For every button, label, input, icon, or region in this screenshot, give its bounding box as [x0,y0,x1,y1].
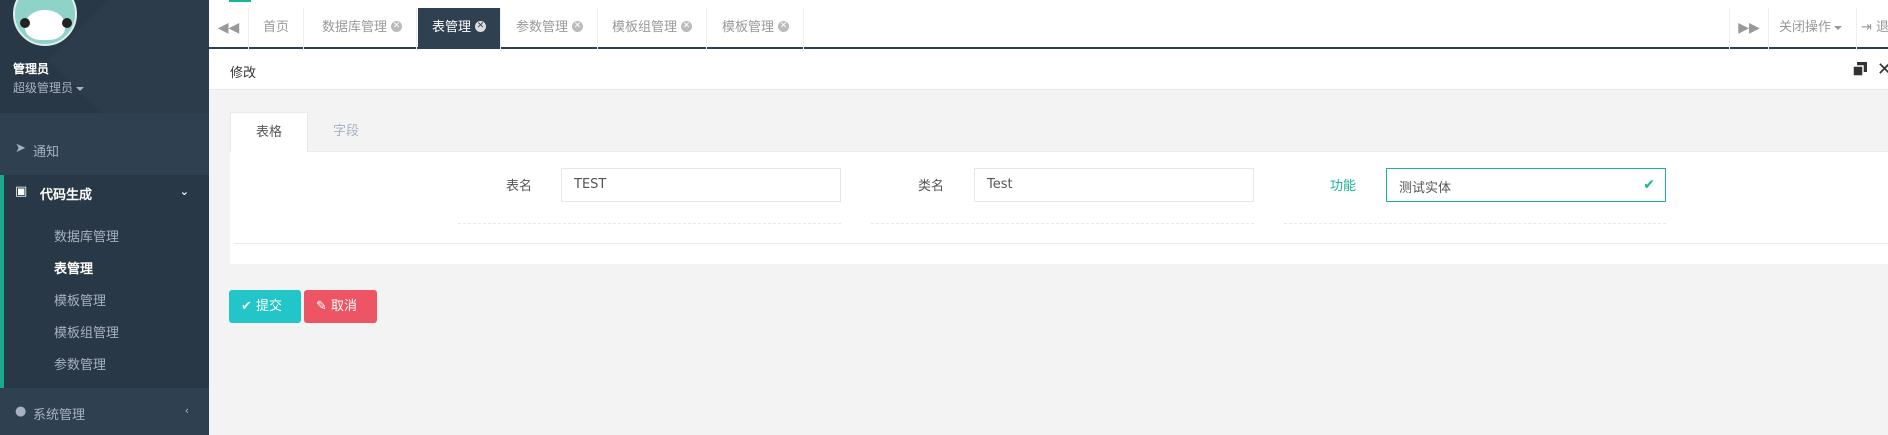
user-name: 管理员 [13,62,50,76]
sidebar-subitem-params[interactable]: 参数管理 [54,354,106,373]
function-input[interactable]: 测试实体 ✔ [1386,168,1666,202]
double-left-icon: ◀◀ [217,20,240,36]
close-tab-icon[interactable]: ✕ [572,21,584,32]
profile-header: 管理员 超级管理员 [0,0,209,113]
caret-down-icon [76,86,85,91]
user-icon: ● [15,404,27,419]
sign-out-icon: ⇥ [1861,20,1872,35]
sidebar-item-codegen[interactable]: ▣ 代码生成 ⌄ [0,184,209,204]
tab-params[interactable]: 参数管理 ✕ [502,8,599,49]
tab-fields[interactable]: 字段 [308,112,384,153]
scroll-right-button[interactable]: ▶▶ [1729,8,1769,49]
film-icon: ▣ [15,184,28,199]
tab-home[interactable]: 首页 [249,8,305,49]
close-tab-icon[interactable]: ✕ [778,21,790,32]
tab-tables[interactable]: 表管理 ✕ [418,8,502,49]
avatar[interactable] [13,0,77,46]
tab-templates[interactable]: 模板管理 ✕ [708,8,805,49]
tabs-bar: ◀◀ 首页 数据库管理 ✕ 表管理 ✕ 参数管理 ✕ 模板组管理 ✕ 模板管理 ✕ ▶▶ … [209,0,1888,49]
function-label: 功能 [1330,179,1357,194]
close-tab-icon[interactable]: ✕ [391,21,403,32]
divider [234,243,1888,244]
tab-template-groups[interactable]: 模板组管理 ✕ [598,8,708,49]
check-icon: ✔ [1643,177,1655,193]
main-content: 修改 ✕ 表格 字段 表名 TEST 类名 Test 功能 测试实体 ✔ ✔ 提交… [209,49,1888,435]
sidebar-item-notice[interactable]: ➤ 通知 [0,141,209,161]
class-name-input[interactable]: Test [974,168,1254,202]
class-name-label: 类名 [918,179,945,194]
paper-plane-icon: ➤ [15,141,26,156]
table-name-label: 表名 [506,179,533,194]
tab-database[interactable]: 数据库管理 ✕ [308,8,418,49]
panel-header: 修改 ✕ [209,49,1888,90]
user-role: 超级管理员 [13,81,74,95]
scroll-left-button[interactable]: ◀◀ [209,8,249,49]
form-tabs: 表格 字段 [230,112,1888,153]
caret-down-icon [1834,25,1843,30]
tab-table[interactable]: 表格 [230,112,309,153]
table-name-input[interactable]: TEST [561,168,841,202]
cancel-button[interactable]: ✎ 取消 [304,290,377,323]
sidebar-subitem-templates[interactable]: 模板管理 [54,290,106,309]
sidebar-subitem-database[interactable]: 数据库管理 [54,226,119,245]
close-operations-dropdown[interactable]: 关闭操作 [1769,8,1857,49]
sidebar-subitem-template-groups[interactable]: 模板组管理 [54,322,119,341]
close-tab-icon[interactable]: ✕ [681,21,693,32]
maximize-icon[interactable] [1853,62,1867,76]
eraser-icon: ✎ [316,299,327,314]
user-role-dropdown[interactable]: 超级管理员 [13,79,85,96]
chevron-down-icon: ⌄ [179,185,189,198]
close-tab-icon[interactable]: ✕ [475,21,487,32]
panel-title: 修改 [230,66,257,81]
logout-button[interactable]: ⇥ 退出 [1857,8,1888,49]
chevron-left-icon: ‹ [184,404,189,417]
sidebar-item-system[interactable]: ● 系统管理 ‹ [0,404,209,424]
check-icon: ✔ [241,299,252,314]
submit-button[interactable]: ✔ 提交 [229,290,301,323]
close-icon[interactable]: ✕ [1877,59,1888,80]
double-right-icon: ▶▶ [1738,20,1760,36]
sidebar-subitem-tables[interactable]: 表管理 [54,258,93,277]
sidebar: 管理员 超级管理员 ➤ 通知 ▣ 代码生成 ⌄ 数据库管理 表管理 模板管理 模… [0,0,209,435]
